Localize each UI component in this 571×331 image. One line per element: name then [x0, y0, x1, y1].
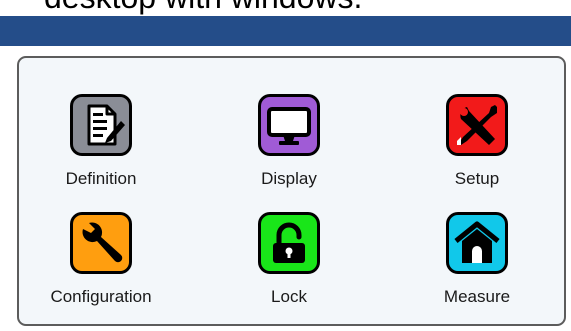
monitor-icon [258, 94, 320, 156]
lock-button[interactable]: Lock [219, 212, 359, 312]
padlock-icon [258, 212, 320, 274]
definition-label: Definition [65, 169, 137, 188]
tools-icon [446, 94, 508, 156]
document-edit-icon [70, 94, 132, 156]
display-label: Display [261, 169, 317, 188]
measure-button[interactable]: Measure [407, 212, 547, 312]
configuration-label: Configuration [50, 287, 152, 306]
configuration-button[interactable]: Configuration [31, 212, 171, 312]
definition-button[interactable]: Definition [31, 94, 171, 194]
window-title-bar [0, 16, 571, 46]
lock-label: Lock [271, 287, 307, 306]
setup-label: Setup [454, 169, 500, 188]
home-icon [446, 212, 508, 274]
main-menu-panel: Definition Display Setup Configuration L… [17, 56, 566, 326]
wrench-icon [70, 212, 132, 274]
setup-button[interactable]: Setup [407, 94, 547, 194]
measure-label: Measure [443, 287, 511, 306]
display-button[interactable]: Display [219, 94, 359, 194]
